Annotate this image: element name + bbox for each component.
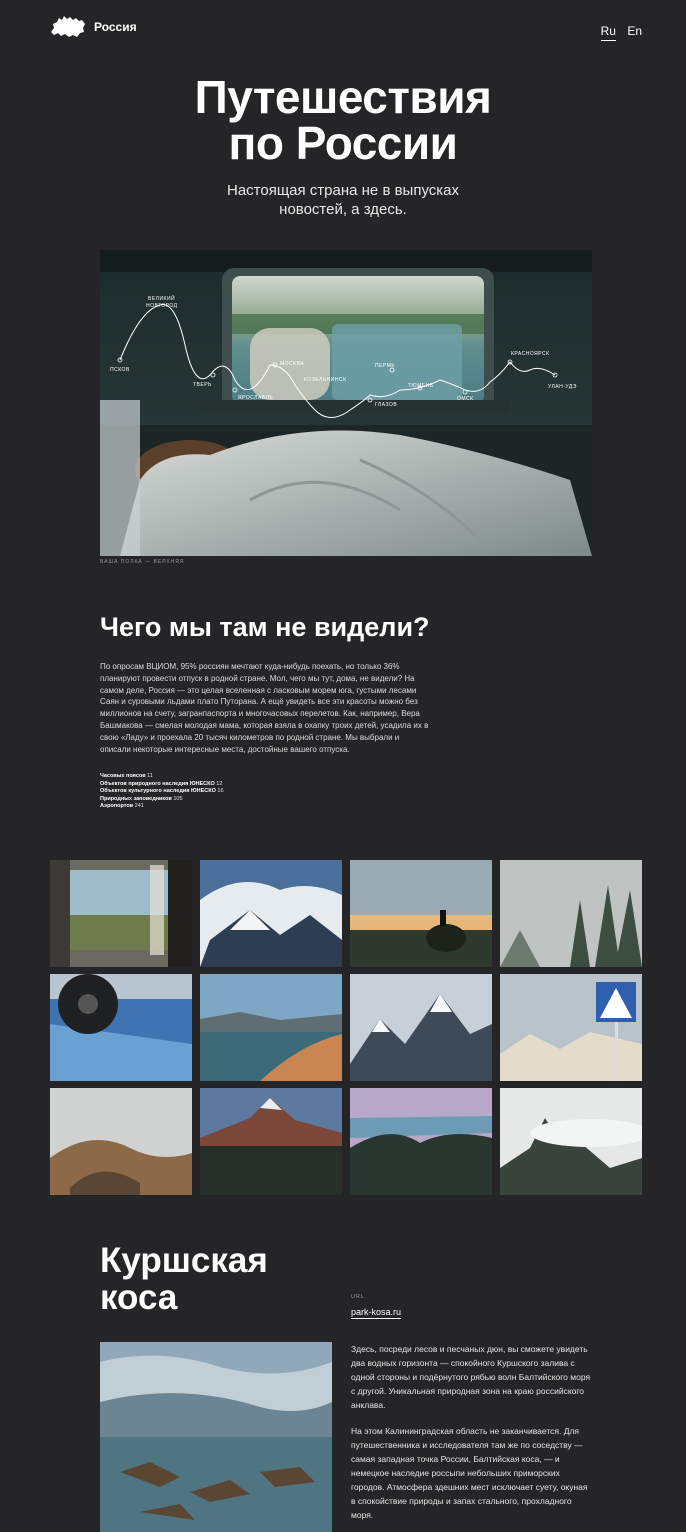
page-subtitle-line1: Настоящая страна не в выпусках: [226, 182, 460, 199]
stat-item: Аэропортов 241: [100, 803, 144, 809]
language-switcher: Ru En: [593, 24, 642, 41]
place-title-line1: Куршская: [100, 1241, 268, 1280]
stat-item: Объектов культурного наследия ЮНЕСКО 16: [100, 788, 224, 794]
gallery-photo-peak-in-clouds[interactable]: [500, 1088, 642, 1195]
route-label: ТЮМЕНЬ: [408, 383, 434, 389]
route-label: УЛАН-УДЭ: [548, 384, 577, 390]
stat-item: Часовых поясов 11: [100, 773, 153, 779]
page-title-line1: Путешествия: [194, 71, 492, 123]
gallery-photo-ice-tire[interactable]: [50, 974, 192, 1081]
place-description: Здесь, посреди лесов и песчаных дюн, вы …: [351, 1342, 593, 1522]
place-title-line2: коса: [100, 1278, 178, 1317]
gallery-photo-aerial-mountains[interactable]: [200, 860, 342, 967]
route-label: ГЛАЗОВ: [375, 402, 397, 408]
page-title: Путешествия по России: [0, 74, 686, 166]
gallery-photo-misty-forest[interactable]: [500, 860, 642, 967]
gallery-photo-dog-on-haystack[interactable]: [350, 860, 492, 967]
place-photo: [100, 1342, 332, 1532]
gallery-photo-snowy-peaks[interactable]: [350, 974, 492, 1081]
hero-photo: ПСКОВ ВЕЛИКИЙ НОВГОРОД ТВЕРЬ ЯРОСЛАВЛЬ М…: [100, 250, 592, 556]
place-title: Куршская коса: [100, 1242, 268, 1316]
section-text: По опросам ВЦИОМ, 95% россиян мечтают ку…: [100, 662, 429, 754]
logo-text: Россия: [94, 20, 137, 34]
place-paragraph-1: Здесь, посреди лесов и песчаных дюн, вы …: [351, 1344, 591, 1410]
lang-ru[interactable]: Ru: [600, 24, 616, 41]
gallery-photo-coastal-cliffs[interactable]: [350, 1088, 492, 1195]
url-label: URL: [351, 1294, 366, 1300]
baltic-coast-photo: [100, 1342, 332, 1532]
route-label: ВЕЛИКИЙ: [148, 294, 175, 302]
logo[interactable]: Россия: [50, 14, 137, 40]
gallery-photo-train-window[interactable]: [50, 860, 192, 967]
route-label: КРАСНОЯРСК: [511, 351, 550, 357]
stats-list: Часовых поясов 11 Объектов природного на…: [100, 773, 224, 811]
section-title: Чего мы там не видели?: [100, 612, 430, 642]
russia-map-icon: [51, 16, 85, 37]
lang-en[interactable]: En: [627, 24, 642, 38]
stat-item: Объектов природного наследия ЮНЕСКО 12: [100, 780, 223, 787]
route-label: ПЕРМЬ: [375, 363, 395, 369]
page-subtitle: Настоящая страна не в выпусках новостей,…: [0, 181, 686, 219]
page-title-line2: по России: [228, 117, 458, 169]
gallery-photo-foggy-hills[interactable]: [50, 1088, 192, 1195]
route-label: НОВГОРОД: [146, 303, 178, 309]
route-label: МОСКВА: [280, 361, 304, 367]
route-label: КОЗЕЛЬНИНСК: [304, 377, 347, 383]
photo-caption: ВАША ПОЛКА — ВЕРХНЯЯ: [100, 559, 185, 565]
place-paragraph-2: На этом Калининградская область не закан…: [351, 1426, 588, 1520]
train-compartment-illustration: ПСКОВ ВЕЛИКИЙ НОВГОРОД ТВЕРЬ ЯРОСЛАВЛЬ М…: [100, 250, 592, 556]
route-label: ПСКОВ: [110, 367, 130, 373]
route-label: ЯРОСЛАВЛЬ: [238, 395, 273, 401]
stat-item: Природных заповедников 105: [100, 795, 183, 802]
gallery-photo-breakwater-sign[interactable]: [500, 974, 642, 1081]
site-header: Россия Ru En: [50, 14, 642, 44]
route-label: ТВЕРЬ: [193, 382, 212, 388]
photo-gallery: [50, 860, 642, 1195]
route-label: ОМСК: [457, 396, 474, 402]
gallery-photo-baikal-shore[interactable]: [200, 974, 342, 1081]
gallery-photo-volcano[interactable]: [200, 1088, 342, 1195]
place-url-link[interactable]: park-kosa.ru: [351, 1307, 402, 1319]
page-subtitle-line2: новостей, а здесь.: [279, 201, 407, 218]
